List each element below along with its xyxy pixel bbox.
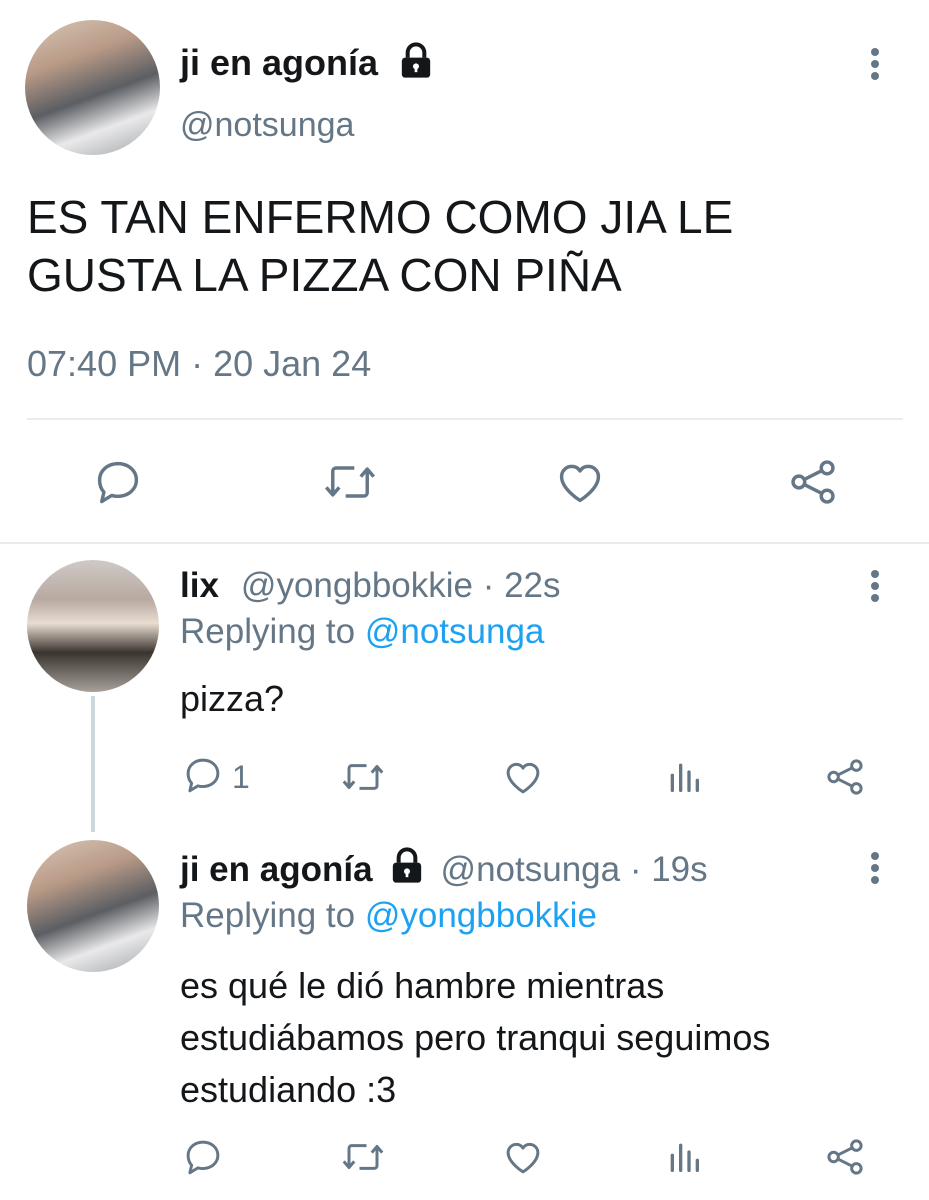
like-icon[interactable] <box>502 1136 544 1183</box>
tweet-date: 20 Jan 24 <box>213 343 372 384</box>
reply-icon[interactable] <box>182 1136 224 1183</box>
reply-text-line: estudiando :3 <box>180 1069 397 1110</box>
tweet-time: 07:40 PM <box>27 343 182 384</box>
reply-button[interactable]: 1 <box>182 755 250 799</box>
thread-line <box>91 696 95 832</box>
author-handle[interactable]: @notsunga <box>180 106 354 145</box>
author-avatar[interactable] <box>25 20 160 155</box>
reply-handle-time[interactable]: @notsunga · 19s <box>441 850 708 890</box>
more-icon[interactable] <box>870 48 880 80</box>
replying-to-label: Replying to <box>180 612 356 651</box>
like-icon[interactable] <box>502 756 544 803</box>
reply-count: 1 <box>232 758 250 795</box>
timestamp-separator: · <box>191 343 204 384</box>
reply-icon[interactable] <box>92 456 144 508</box>
author-name-row: ji en agonía <box>180 38 436 88</box>
reply-display-name[interactable]: ji en agonía <box>180 850 373 890</box>
replying-to: Replying to @yongbbokkie <box>180 896 597 936</box>
tweet-text-line: ES TAN ENFERMO COMO JIA LE <box>27 191 734 243</box>
lock-icon <box>387 846 427 895</box>
more-icon[interactable] <box>870 852 880 884</box>
reply-text: pizza? <box>180 678 285 719</box>
replying-to-handle[interactable]: @yongbbokkie <box>365 896 597 935</box>
reply-text-line: estudiábamos pero tranqui seguimos <box>180 1017 771 1058</box>
replying-to: Replying to @notsunga <box>180 612 544 652</box>
retweet-icon[interactable] <box>340 1136 386 1183</box>
reply-text: es qué le dió hambre mientras estudiábam… <box>180 960 770 1116</box>
reply-header: lix @yongbbokkie · 22s <box>180 562 561 610</box>
replying-to-handle[interactable]: @notsunga <box>365 612 545 651</box>
share-icon[interactable] <box>786 456 840 508</box>
tweet-text: ES TAN ENFERMO COMO JIA LE GUSTA LA PIZZ… <box>27 188 733 304</box>
tweet-timestamp: 07:40 PM · 20 Jan 24 <box>27 340 371 388</box>
reply-handle-time[interactable]: @yongbbokkie · 22s <box>241 566 561 606</box>
analytics-icon[interactable] <box>664 1136 704 1183</box>
share-icon[interactable] <box>824 1136 866 1183</box>
replying-to-label: Replying to <box>180 896 356 935</box>
reply-avatar[interactable] <box>27 560 159 692</box>
retweet-icon[interactable] <box>322 456 378 508</box>
reply-icon <box>182 754 224 801</box>
analytics-icon[interactable] <box>664 756 704 803</box>
author-display-name[interactable]: ji en agonía <box>180 42 378 84</box>
reply-header: ji en agonía @notsunga · 19s <box>180 846 708 894</box>
more-icon[interactable] <box>870 570 880 602</box>
retweet-icon[interactable] <box>340 756 386 803</box>
tweet-text-line: GUSTA LA PIZZA CON PIÑA <box>27 249 622 301</box>
divider <box>27 418 903 420</box>
like-icon[interactable] <box>554 456 606 508</box>
reply-text-line: es qué le dió hambre mientras <box>180 965 665 1006</box>
section-divider <box>0 542 929 544</box>
lock-icon <box>396 41 436 86</box>
reply-display-name[interactable]: lix <box>180 566 219 606</box>
reply-avatar[interactable] <box>27 840 159 972</box>
share-icon[interactable] <box>824 756 866 803</box>
